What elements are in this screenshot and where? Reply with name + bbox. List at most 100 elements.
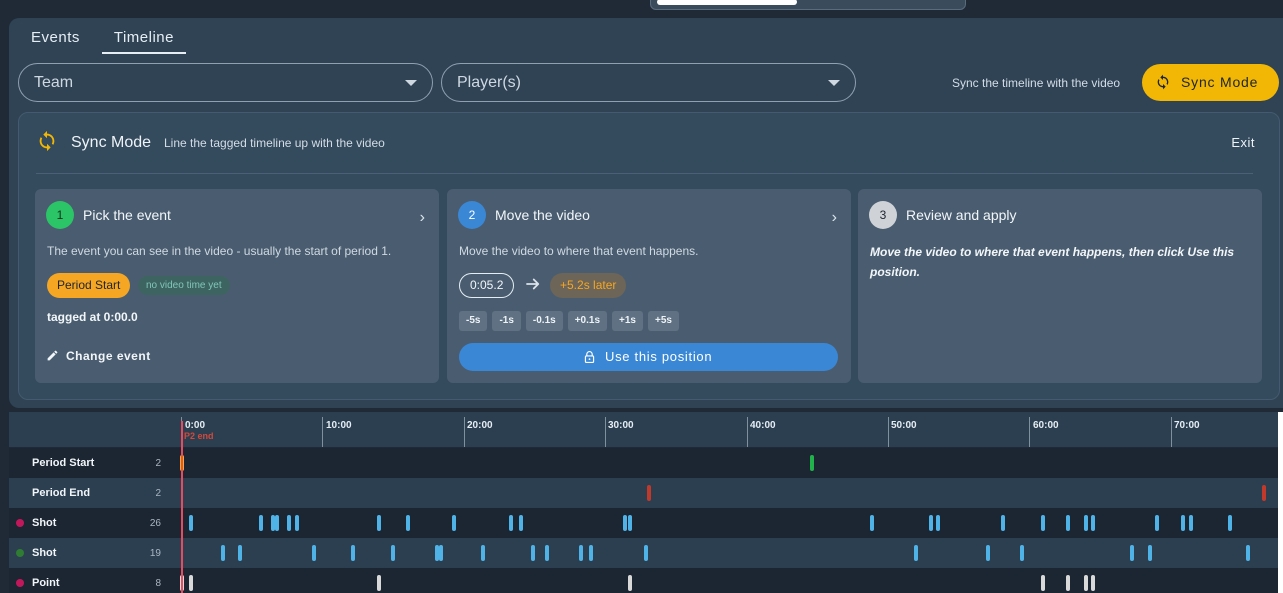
arrow-right-icon: [526, 278, 540, 290]
event-mark[interactable]: [275, 515, 279, 531]
event-mark[interactable]: [589, 545, 593, 561]
event-mark[interactable]: [1181, 515, 1185, 531]
step-number: 2: [458, 201, 486, 229]
event-mark[interactable]: [1262, 485, 1266, 501]
event-mark[interactable]: [1091, 575, 1095, 591]
event-mark[interactable]: [1084, 575, 1088, 591]
event-mark[interactable]: [1041, 515, 1045, 531]
event-mark[interactable]: [1001, 515, 1005, 531]
ruler-tick: [888, 417, 889, 447]
nudge-plus-5s-button[interactable]: +5s: [647, 311, 679, 331]
event-mark[interactable]: [377, 575, 381, 591]
event-mark[interactable]: [189, 575, 193, 591]
status-badge: no video time yet: [138, 276, 230, 295]
row-label: Period Start: [32, 457, 95, 469]
event-mark[interactable]: [351, 545, 355, 561]
event-mark[interactable]: [1091, 515, 1095, 531]
players-select[interactable]: Player(s): [441, 63, 856, 102]
event-mark[interactable]: [452, 515, 456, 531]
event-timeline: 0:00 10:00 20:00 30:00 40:00 50:00 60:00…: [9, 412, 1283, 593]
event-mark[interactable]: [644, 545, 648, 561]
event-mark[interactable]: [628, 515, 632, 531]
tab-bar: Events Timeline: [19, 24, 196, 54]
chevron-right-icon[interactable]: ›: [420, 209, 425, 227]
event-mark[interactable]: [391, 545, 395, 561]
event-mark[interactable]: [312, 545, 316, 561]
nudge-plus-1s-button[interactable]: +1s: [612, 311, 643, 331]
event-mark[interactable]: [1189, 515, 1193, 531]
event-mark[interactable]: [545, 545, 549, 561]
event-mark[interactable]: [439, 545, 443, 561]
nudge-minus-1s-button[interactable]: -1s: [492, 311, 521, 331]
video-time-pill: 0:05.2: [459, 273, 515, 298]
event-mark[interactable]: [1130, 545, 1134, 561]
step-number: 1: [46, 201, 74, 229]
tick-label: 70:00: [1174, 420, 1200, 431]
change-event-button[interactable]: Change event: [46, 349, 151, 363]
event-mark[interactable]: [986, 545, 990, 561]
event-badge[interactable]: Period Start: [47, 273, 131, 298]
tick-label: 60:00: [1033, 420, 1059, 431]
event-mark[interactable]: [628, 575, 632, 591]
use-position-button[interactable]: Use this position: [459, 343, 838, 371]
event-mark[interactable]: [189, 515, 193, 531]
sync-mode-button[interactable]: Sync Mode: [1142, 64, 1279, 101]
event-mark[interactable]: [579, 545, 583, 561]
step-description: Move the video to where that event happe…: [870, 245, 1235, 279]
event-mark[interactable]: [259, 515, 263, 531]
nudge-minus-0.1s-button[interactable]: -0.1s: [525, 311, 563, 331]
tab-timeline[interactable]: Timeline: [101, 24, 186, 54]
divider: [36, 173, 1253, 174]
nudge-plus-0.1s-button[interactable]: +0.1s: [567, 311, 608, 331]
event-mark[interactable]: [406, 515, 410, 531]
event-mark[interactable]: [936, 515, 940, 531]
event-mark[interactable]: [531, 545, 535, 561]
playhead[interactable]: [181, 421, 183, 593]
nudge-minus-5s-button[interactable]: -5s: [459, 311, 488, 331]
team-color-dot: [16, 549, 24, 557]
event-mark[interactable]: [238, 545, 242, 561]
exit-button[interactable]: Exit: [1231, 135, 1255, 150]
time-ruler[interactable]: 0:00 10:00 20:00 30:00 40:00 50:00 60:00…: [9, 412, 1281, 447]
nudge-buttons: -5s -1s -0.1s +0.1s +1s +5s: [459, 311, 684, 331]
marker-label: P2 end: [184, 431, 214, 441]
event-mark[interactable]: [870, 515, 874, 531]
event-mark[interactable]: [519, 515, 523, 531]
event-mark[interactable]: [295, 515, 299, 531]
pencil-icon: [47, 350, 58, 361]
event-mark[interactable]: [221, 545, 225, 561]
event-mark[interactable]: [1228, 515, 1232, 531]
event-mark[interactable]: [287, 515, 291, 531]
event-mark[interactable]: [377, 515, 381, 531]
tab-events[interactable]: Events: [19, 24, 92, 54]
event-mark[interactable]: [929, 515, 933, 531]
event-mark[interactable]: [1020, 545, 1024, 561]
timeline-row-shot-2: Shot 19: [9, 538, 1281, 568]
event-mark[interactable]: [509, 515, 513, 531]
sync-card-subtitle: Line the tagged timeline up with the vid…: [164, 136, 385, 150]
event-mark[interactable]: [623, 515, 627, 531]
video-progress-pill: [657, 0, 797, 5]
step-title: Review and apply: [906, 207, 1017, 223]
team-select[interactable]: Team: [18, 63, 433, 102]
ruler-tick: [747, 417, 748, 447]
event-mark[interactable]: [647, 485, 651, 501]
event-mark[interactable]: [1041, 575, 1045, 591]
event-mark[interactable]: [481, 545, 485, 561]
tick-label: 20:00: [467, 420, 493, 431]
event-mark[interactable]: [1066, 515, 1070, 531]
tick-label: 40:00: [750, 420, 776, 431]
chevron-right-icon[interactable]: ›: [832, 209, 837, 227]
event-mark[interactable]: [810, 455, 814, 471]
ruler-tick: [605, 417, 606, 447]
step-title: Pick the event: [83, 207, 171, 223]
event-mark[interactable]: [1246, 545, 1250, 561]
event-mark[interactable]: [1084, 515, 1088, 531]
event-mark[interactable]: [914, 545, 918, 561]
tick-label: 50:00: [891, 420, 917, 431]
team-color-dot: [16, 579, 24, 587]
event-mark[interactable]: [1066, 575, 1070, 591]
event-mark[interactable]: [1155, 515, 1159, 531]
change-event-label: Change event: [66, 349, 151, 363]
event-mark[interactable]: [1148, 545, 1152, 561]
